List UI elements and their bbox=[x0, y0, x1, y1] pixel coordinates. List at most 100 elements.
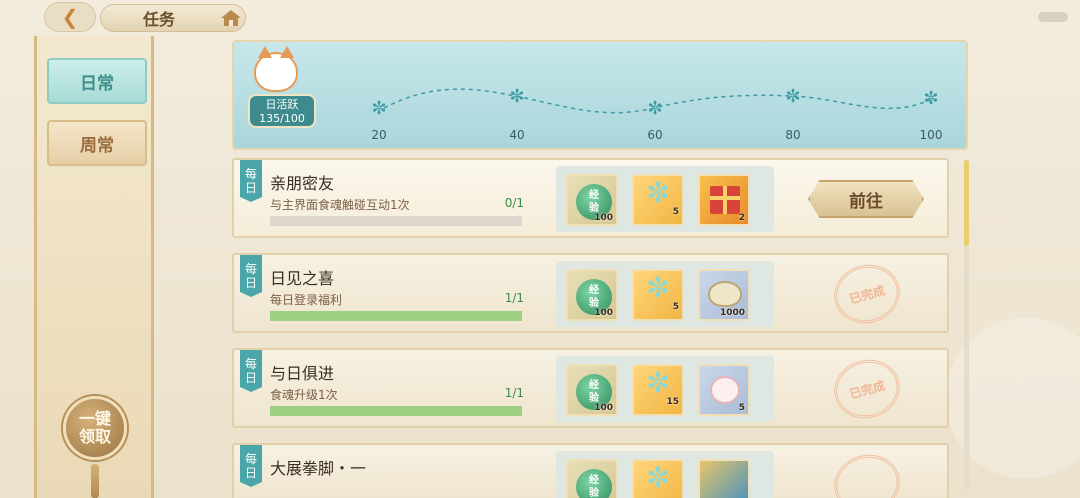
reward-count: 100 bbox=[594, 403, 613, 413]
reward-count: 5 bbox=[738, 403, 745, 413]
daily-tag: 每 日 bbox=[240, 255, 262, 297]
tab-daily[interactable]: 日常 bbox=[47, 58, 147, 104]
reward-item[interactable]: 经 验 100 bbox=[566, 174, 618, 226]
tab-daily-label: 日常 bbox=[80, 73, 114, 94]
progress-count: 0/1 bbox=[504, 196, 524, 210]
task-desc: 与主界面食魂触碰互动1次 bbox=[270, 198, 410, 212]
reward-count: 15 bbox=[666, 397, 679, 407]
reward-count: 100 bbox=[594, 213, 613, 223]
claim-all-line1: 一键 bbox=[78, 409, 111, 428]
daily-tag-char: 每 bbox=[244, 262, 257, 276]
claim-all-button[interactable]: 一键 领取 bbox=[63, 396, 127, 460]
reward-item[interactable]: 2 bbox=[698, 174, 750, 226]
milestone-label: 80 bbox=[785, 128, 801, 142]
shell-icon bbox=[708, 281, 742, 307]
scrollbar[interactable] bbox=[964, 160, 969, 490]
exp-label: 经 bbox=[589, 190, 599, 201]
milestone-label: 100 bbox=[919, 128, 943, 142]
tab-weekly[interactable]: 周常 bbox=[47, 120, 147, 166]
milestone-label: 20 bbox=[371, 128, 387, 142]
task-name: 日见之喜 bbox=[270, 269, 335, 288]
milestone-paw-icon[interactable]: ✼ bbox=[782, 86, 804, 108]
go-button[interactable]: 前往 bbox=[808, 180, 924, 218]
completed-stamp-label: 已完成 bbox=[847, 378, 887, 401]
task-row: 每 日 与日俱进 食魂升级1次 1/1 经 验 100 ✼ 15 5 已完成 bbox=[232, 348, 949, 428]
top-bar: ❮ 任务 bbox=[0, 0, 1080, 36]
activity-label: 日活跃 bbox=[265, 98, 299, 111]
reward-item[interactable]: ✼ 5 bbox=[632, 174, 684, 226]
reward-item[interactable] bbox=[698, 459, 750, 498]
reward-list: 经 验 100 ✼ 5 2 bbox=[556, 166, 774, 232]
reward-count: 5 bbox=[672, 302, 679, 312]
menu-indicator[interactable] bbox=[1038, 12, 1068, 22]
task-row: 每 日 日见之喜 每日登录福利 1/1 经 验 100 ✼ 5 1000 已完成 bbox=[232, 253, 949, 333]
tassel-decoration bbox=[91, 464, 99, 498]
bunny-icon bbox=[710, 376, 740, 404]
house-icon[interactable] bbox=[220, 9, 242, 27]
task-row: 每 日 大展拳脚・一 经 验 ✼ bbox=[232, 443, 949, 498]
task-name: 亲朋密友 bbox=[270, 174, 335, 193]
reward-item[interactable]: ✼ bbox=[632, 459, 684, 498]
reward-list: 经 验 100 ✼ 15 5 bbox=[556, 356, 774, 422]
milestone-paw-icon[interactable]: ✼ bbox=[506, 86, 528, 108]
sidebar: 日常 周常 一键 领取 bbox=[34, 36, 154, 498]
reward-list: 经 验 ✼ bbox=[556, 451, 774, 498]
daily-tag: 每 日 bbox=[240, 445, 262, 487]
progress-bar bbox=[270, 311, 522, 321]
exp-label: 经 bbox=[589, 475, 599, 486]
activity-progress: 135/100 bbox=[259, 112, 305, 125]
progress-fill bbox=[270, 406, 522, 416]
daily-tag-char: 每 bbox=[244, 452, 257, 466]
reward-count: 2 bbox=[738, 213, 745, 223]
reward-item[interactable]: 经 验 100 bbox=[566, 364, 618, 416]
daily-tag-char: 日 bbox=[244, 466, 257, 480]
claim-all-line2: 领取 bbox=[78, 427, 111, 446]
reward-item[interactable]: 1000 bbox=[698, 269, 750, 321]
daily-tag-char: 日 bbox=[244, 181, 257, 195]
daily-tag: 每 日 bbox=[240, 350, 262, 392]
reward-item[interactable]: 经 验 bbox=[566, 459, 618, 498]
activity-banner: 日活跃 135/100 ✼ 20 ✼ 40 ✼ 60 ✼ 80 ✼ 100 bbox=[232, 40, 968, 150]
progress-count: 1/1 bbox=[504, 386, 524, 400]
reward-item[interactable]: ✼ 15 bbox=[632, 364, 684, 416]
milestone-path bbox=[383, 88, 931, 114]
reward-count: 1000 bbox=[719, 308, 745, 318]
daily-tag-char: 每 bbox=[244, 357, 257, 371]
task-name: 与日俱进 bbox=[270, 364, 335, 383]
reward-item[interactable]: 经 验 100 bbox=[566, 269, 618, 321]
progress-bar bbox=[270, 406, 522, 416]
task-row: 每 日 亲朋密友 与主界面食魂触碰互动1次 0/1 经 验 100 ✼ 5 2 … bbox=[232, 158, 949, 238]
progress-count: 1/1 bbox=[504, 291, 524, 305]
task-desc: 每日登录福利 bbox=[270, 293, 343, 307]
daily-tag-char: 日 bbox=[244, 371, 257, 385]
exp-label: 经 bbox=[589, 285, 599, 296]
page-title-text: 任务 bbox=[143, 10, 176, 29]
milestone-paw-icon[interactable]: ✼ bbox=[368, 98, 390, 120]
paw-icon: ✼ bbox=[646, 461, 670, 494]
back-arrow-icon[interactable]: ❮ bbox=[44, 2, 96, 32]
completed-stamp-label: 已完成 bbox=[847, 283, 887, 306]
progress-fill bbox=[270, 311, 522, 321]
daily-tag-char: 日 bbox=[244, 276, 257, 290]
milestone-paw-icon[interactable]: ✼ bbox=[920, 88, 942, 110]
exp-orb-icon: 经 验 bbox=[576, 469, 612, 498]
scroll-thumb[interactable] bbox=[964, 160, 969, 246]
milestone-label: 40 bbox=[509, 128, 525, 142]
reward-count: 100 bbox=[594, 308, 613, 318]
progress-bar bbox=[270, 216, 522, 226]
go-button-label: 前往 bbox=[849, 191, 883, 212]
cat-mascot-icon bbox=[254, 46, 298, 92]
activity-badge: 日活跃 135/100 bbox=[248, 94, 316, 128]
milestone-label: 60 bbox=[647, 128, 663, 142]
reward-item[interactable]: ✼ 5 bbox=[632, 269, 684, 321]
completed-stamp: 已完成 bbox=[827, 257, 907, 331]
reward-list: 经 验 100 ✼ 5 1000 bbox=[556, 261, 774, 327]
exp-label: 经 bbox=[589, 380, 599, 391]
tab-weekly-label: 周常 bbox=[80, 135, 114, 156]
daily-tag: 每 日 bbox=[240, 160, 262, 202]
milestone-paw-icon[interactable]: ✼ bbox=[644, 98, 666, 120]
daily-tag-char: 每 bbox=[244, 167, 257, 181]
reward-item[interactable]: 5 bbox=[698, 364, 750, 416]
reward-count: 5 bbox=[672, 207, 679, 217]
completed-stamp bbox=[827, 447, 907, 498]
